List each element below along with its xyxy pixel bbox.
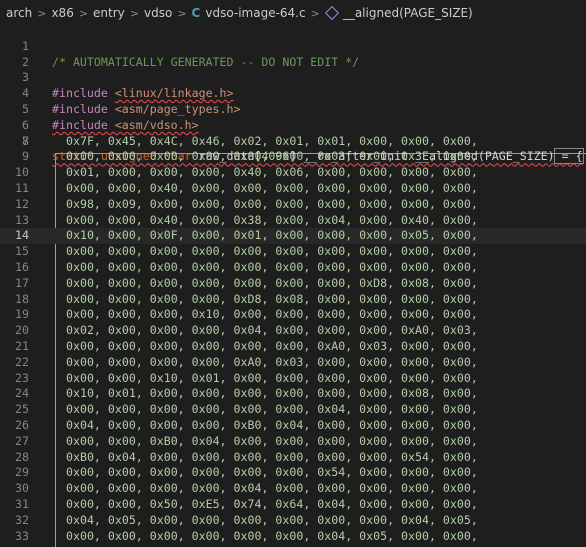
byte-row: 0x7F, 0x45, 0x4C, 0x46, 0x02, 0x01, 0x01… [66, 133, 478, 148]
chevron-right-icon: > [310, 6, 320, 20]
line-number: 8 [22, 133, 29, 148]
byte-row: 0x98, 0x09, 0x00, 0x00, 0x00, 0x00, 0x00… [66, 196, 478, 211]
chevron-right-icon: > [177, 6, 187, 20]
code-line[interactable]: 10 0x01, 0x00, 0x00, 0x00, 0x40, 0x06, 0x… [0, 165, 586, 181]
byte-row: 0x10, 0x01, 0x00, 0x00, 0x00, 0x00, 0x00… [66, 386, 478, 401]
line-number: 21 [15, 338, 29, 353]
byte-row: 0x00, 0x00, 0x00, 0x00, 0x00, 0x00, 0xA0… [66, 338, 478, 353]
code-line[interactable]: 1 /* AUTOMATICALLY GENERATED -- DO NOT E… [0, 23, 586, 69]
line-number: 23 [15, 370, 29, 385]
byte-row: 0x04, 0x00, 0x00, 0x00, 0xB0, 0x04, 0x00… [66, 417, 478, 432]
line-number: 28 [15, 449, 29, 464]
breadcrumb-entry[interactable]: entry [93, 6, 125, 20]
code-line[interactable]: 32 0x04, 0x05, 0x00, 0x00, 0x00, 0x00, 0x… [0, 513, 586, 529]
code-line[interactable]: 26 0x04, 0x00, 0x00, 0x00, 0xB0, 0x04, 0x… [0, 418, 586, 434]
line-number: 22 [15, 354, 29, 369]
code-line[interactable]: 14 0x10, 0x00, 0x0F, 0x00, 0x01, 0x00, 0x… [0, 228, 586, 245]
byte-row: 0x00, 0x00, 0xB0, 0x04, 0x00, 0x00, 0x00… [66, 433, 478, 448]
code-line[interactable]: 33 0x00, 0x00, 0x00, 0x00, 0x00, 0x00, 0x… [0, 529, 586, 545]
chevron-right-icon: > [129, 6, 139, 20]
code-line[interactable]: 11 0x00, 0x00, 0x40, 0x00, 0x00, 0x00, 0x… [0, 181, 586, 197]
code-line[interactable]: 31 0x00, 0x00, 0x50, 0xE5, 0x74, 0x64, 0x… [0, 497, 586, 513]
line-number: 17 [15, 275, 29, 290]
byte-row: 0x10, 0x00, 0x0F, 0x00, 0x01, 0x00, 0x00… [66, 228, 478, 243]
byte-row: 0x00, 0x00, 0x00, 0x00, 0x00, 0x00, 0x04… [66, 528, 478, 543]
byte-row: 0x00, 0x00, 0x00, 0x00, 0x00, 0x00, 0x00… [66, 244, 478, 259]
line-number: 12 [15, 196, 29, 211]
code-line[interactable]: 5 #include <asm/vdso.h> [0, 86, 586, 132]
byte-row: 0x02, 0x00, 0x00, 0x00, 0x04, 0x00, 0x00… [66, 323, 478, 338]
code-line[interactable]: 8 0x7F, 0x45, 0x4C, 0x46, 0x02, 0x01, 0x0… [0, 134, 586, 150]
line-number: 10 [15, 165, 29, 180]
code-line[interactable]: 29 0x00, 0x00, 0x00, 0x00, 0x00, 0x00, 0x… [0, 465, 586, 481]
code-line[interactable]: 25 0x00, 0x00, 0x00, 0x00, 0x00, 0x00, 0x… [0, 402, 586, 418]
line-number: 19 [15, 307, 29, 322]
c-file-icon: C [191, 6, 201, 20]
symbol-variable-icon [324, 5, 339, 21]
code-line[interactable]: 15 0x00, 0x00, 0x00, 0x00, 0x00, 0x00, 0x… [0, 244, 586, 260]
code-line[interactable]: 9 0x00, 0x00, 0x00, 0x00, 0x00, 0x00, 0x0… [0, 149, 586, 165]
line-number: 13 [15, 212, 29, 227]
line-number: 25 [15, 402, 29, 417]
code-editor[interactable]: 1 /* AUTOMATICALLY GENERATED -- DO NOT E… [0, 23, 586, 547]
line-number: 30 [15, 481, 29, 496]
byte-row: 0x00, 0x00, 0x00, 0x00, 0x00, 0x00, 0x03… [66, 149, 478, 164]
code-line[interactable]: 23 0x00, 0x00, 0x10, 0x01, 0x00, 0x00, 0x… [0, 371, 586, 387]
byte-row: 0xB0, 0x04, 0x00, 0x00, 0x00, 0x00, 0x00… [66, 449, 478, 464]
byte-row: 0x00, 0x00, 0x10, 0x01, 0x00, 0x00, 0x00… [66, 370, 478, 385]
byte-row: 0x00, 0x00, 0x40, 0x00, 0x38, 0x00, 0x04… [66, 212, 478, 227]
line-number: 29 [15, 465, 29, 480]
byte-row: 0x00, 0x00, 0x50, 0xE5, 0x74, 0x64, 0x04… [66, 496, 478, 511]
code-line[interactable]: 2 [0, 39, 586, 69]
byte-row: 0x01, 0x00, 0x00, 0x00, 0x40, 0x06, 0x00… [66, 165, 478, 180]
line-number: 32 [15, 512, 29, 527]
byte-row: 0x00, 0x00, 0x00, 0x00, 0x00, 0x00, 0x00… [66, 259, 478, 274]
code-line[interactable]: 30 0x00, 0x00, 0x00, 0x00, 0x04, 0x00, 0x… [0, 481, 586, 497]
code-line[interactable]: 19 0x00, 0x00, 0x00, 0x10, 0x00, 0x00, 0x… [0, 307, 586, 323]
code-line[interactable]: 16 0x00, 0x00, 0x00, 0x00, 0x00, 0x00, 0x… [0, 260, 586, 276]
byte-row: 0x00, 0x00, 0x40, 0x00, 0x00, 0x00, 0x00… [66, 180, 478, 195]
line-number: 27 [15, 433, 29, 448]
code-line[interactable]: 4 #include <asm/page_types.h> [0, 70, 586, 116]
code-line[interactable]: 24 0x10, 0x01, 0x00, 0x00, 0x00, 0x00, 0x… [0, 386, 586, 402]
code-line[interactable]: 18 0x00, 0x00, 0x00, 0x00, 0xD8, 0x08, 0x… [0, 292, 586, 308]
line-number: 24 [15, 386, 29, 401]
chevron-right-icon: > [37, 6, 47, 20]
byte-row: 0x00, 0x00, 0x00, 0x00, 0xD8, 0x08, 0x00… [66, 291, 478, 306]
code-line[interactable]: 12 0x98, 0x09, 0x00, 0x00, 0x00, 0x00, 0x… [0, 197, 586, 213]
chevron-right-icon: > [78, 6, 89, 20]
code-line[interactable]: 21 0x00, 0x00, 0x00, 0x00, 0x00, 0x00, 0x… [0, 339, 586, 355]
breadcrumb-vdso[interactable]: vdso [144, 6, 172, 20]
byte-row: 0x00, 0x00, 0x00, 0x00, 0x00, 0x00, 0x54… [66, 465, 478, 480]
code-line[interactable]: 3 #include <linux/linkage.h> [0, 55, 586, 100]
code-line[interactable]: 20 0x02, 0x00, 0x00, 0x00, 0x04, 0x00, 0x… [0, 323, 586, 339]
byte-row: 0x00, 0x00, 0x00, 0x10, 0x00, 0x00, 0x00… [66, 307, 478, 322]
breadcrumb-symbol[interactable]: __aligned(PAGE_SIZE) [343, 6, 473, 20]
byte-row: 0x04, 0x05, 0x00, 0x00, 0x00, 0x00, 0x00… [66, 512, 478, 527]
line-number: 14 [15, 228, 29, 243]
code-line[interactable]: 17 0x00, 0x00, 0x00, 0x00, 0x00, 0x00, 0x… [0, 276, 586, 292]
code-line[interactable]: 27 0x00, 0x00, 0xB0, 0x04, 0x00, 0x00, 0x… [0, 434, 586, 450]
byte-row: 0x00, 0x00, 0x00, 0x00, 0x00, 0x00, 0x00… [66, 275, 478, 290]
line-number: 26 [15, 417, 29, 432]
line-number: 11 [15, 180, 29, 195]
byte-row: 0x00, 0x00, 0x00, 0x00, 0xA0, 0x03, 0x00… [66, 354, 478, 369]
byte-row: 0x00, 0x00, 0x00, 0x00, 0x00, 0x00, 0x04… [66, 402, 478, 417]
breadcrumb-arch[interactable]: arch [6, 6, 32, 20]
code-line[interactable]: 22 0x00, 0x00, 0x00, 0x00, 0xA0, 0x03, 0x… [0, 355, 586, 371]
code-line[interactable]: 7 static unsigned char raw_data[4096] __… [0, 118, 586, 165]
code-line[interactable]: 28 0xB0, 0x04, 0x00, 0x00, 0x00, 0x00, 0x… [0, 450, 586, 466]
code-line[interactable]: 13 0x00, 0x00, 0x40, 0x00, 0x38, 0x00, 0x… [0, 213, 586, 229]
breadcrumb-x86[interactable]: x86 [51, 6, 73, 20]
line-number: 33 [15, 528, 29, 543]
line-number: 16 [15, 259, 29, 274]
code-line[interactable]: 6 [0, 102, 586, 132]
line-number: 20 [15, 323, 29, 338]
breadcrumb-file[interactable]: vdso-image-64.c [205, 6, 305, 20]
line-number: 15 [15, 244, 29, 259]
line-number: 31 [15, 496, 29, 511]
line-number: 9 [22, 149, 29, 164]
line-number: 18 [15, 291, 29, 306]
byte-row: 0x00, 0x00, 0x00, 0x00, 0x04, 0x00, 0x00… [66, 481, 478, 496]
